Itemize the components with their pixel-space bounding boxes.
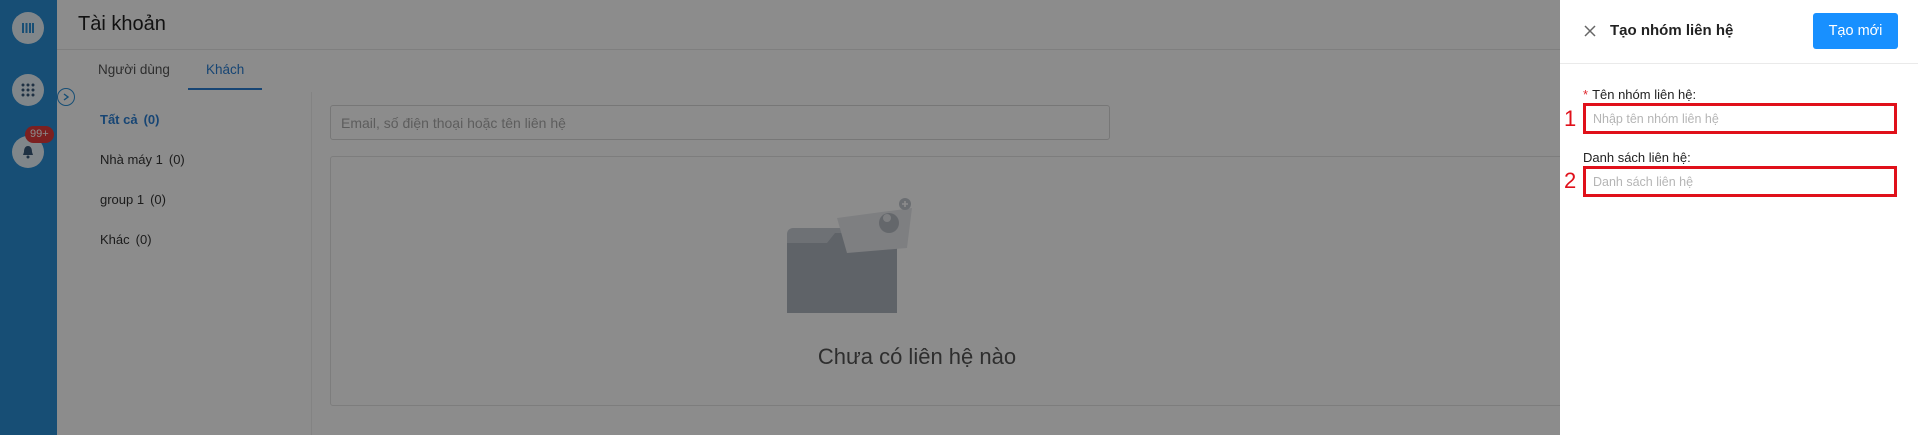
create-contact-group-drawer: Tạo nhóm liên hệ Tạo mới * Tên nhóm liên …	[1560, 0, 1918, 435]
annotation-marker-1: 1	[1564, 106, 1577, 131]
annotation-marker-2: 2	[1564, 168, 1577, 193]
group-name-input[interactable]	[1583, 103, 1897, 134]
required-asterisk: *	[1583, 87, 1589, 102]
create-button[interactable]: Tạo mới	[1813, 13, 1898, 49]
close-icon[interactable]	[1582, 23, 1598, 39]
group-name-label: * Tên nhóm liên hệ:	[1583, 87, 1696, 102]
modal-overlay[interactable]	[0, 0, 1560, 435]
group-name-label-text: Tên nhóm liên hệ:	[1592, 87, 1697, 102]
drawer-title: Tạo nhóm liên hệ	[1610, 22, 1734, 39]
drawer-header: Tạo nhóm liên hệ Tạo mới	[1560, 0, 1918, 64]
contact-list-label: Danh sách liên hệ:	[1583, 150, 1691, 165]
contact-list-input[interactable]	[1583, 166, 1897, 197]
